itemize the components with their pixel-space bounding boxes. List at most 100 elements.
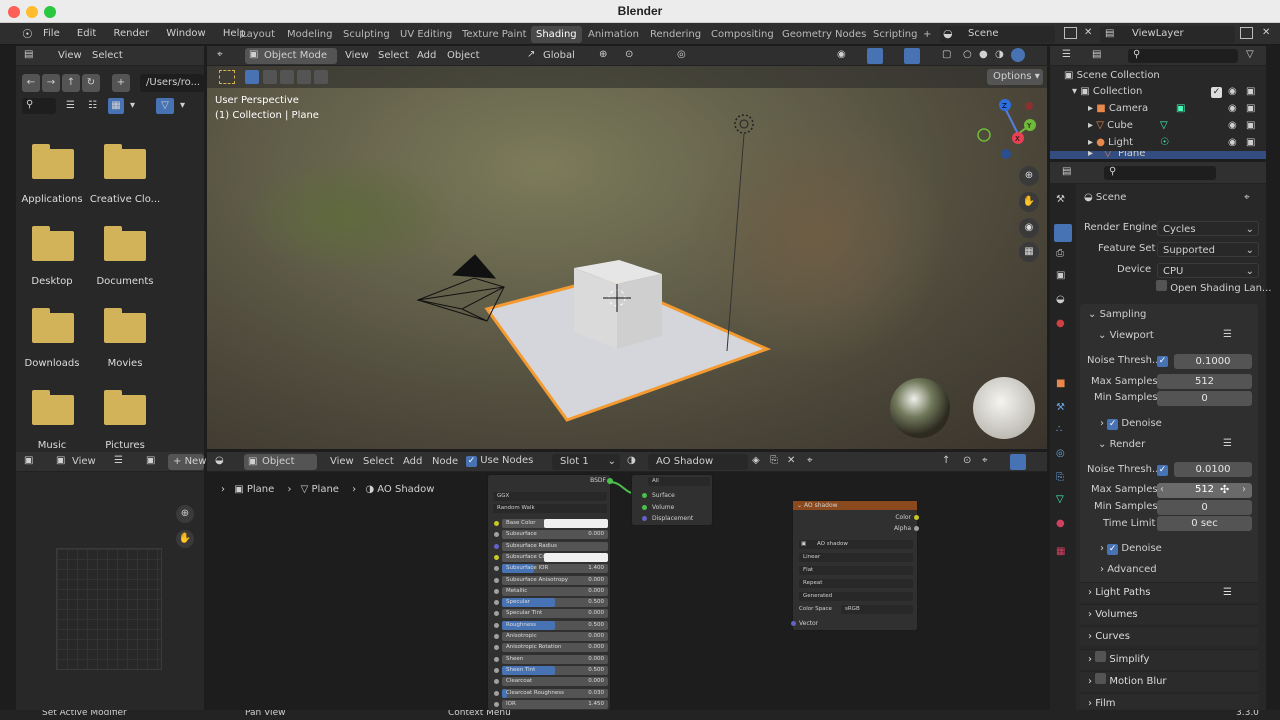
back-arrow-icon[interactable]: ← [22, 74, 40, 92]
presets-list-icon[interactable]: ☰ [1223, 438, 1232, 449]
outliner-editor-type-icon[interactable]: ☰ [1062, 49, 1071, 60]
displacement-socket[interactable] [642, 516, 647, 521]
input-socket[interactable] [494, 690, 499, 696]
film-section[interactable]: › Film [1080, 693, 1258, 709]
new-view-layer-icon[interactable] [1240, 27, 1253, 39]
increment-arrow-icon[interactable]: › [1242, 484, 1246, 495]
color-space-dropdown[interactable]: sRGB [841, 605, 913, 614]
tab-layout[interactable]: Layout [236, 26, 280, 43]
delete-scene-icon[interactable]: ✕ [1084, 27, 1092, 38]
motion-blur-checkbox[interactable] [1095, 673, 1107, 684]
volumes-section[interactable]: › Volumes [1080, 604, 1258, 624]
simplify-section[interactable]: › Simplify [1080, 649, 1258, 669]
tab-compositing[interactable]: Compositing [706, 26, 779, 43]
view-layer-selector[interactable]: ▤ ViewLayer [1100, 26, 1235, 43]
exclude-checkbox[interactable]: ✓ [1211, 87, 1222, 98]
input-socket[interactable] [494, 521, 499, 526]
pan-hand-icon[interactable]: ✋ [1019, 192, 1039, 212]
bsdf-input-row[interactable]: Subsurface Anisotropy 0.000 [494, 575, 608, 585]
bsdf-input-row[interactable]: Roughness 0.500 [494, 620, 608, 630]
input-socket[interactable] [494, 611, 499, 617]
new-folder-icon[interactable]: + [112, 74, 130, 92]
surface-input[interactable]: Surface [642, 492, 675, 499]
menu-hamburger-icon[interactable]: ☰ [114, 455, 123, 466]
visibility-eye-icon[interactable]: ◉ [1228, 137, 1237, 148]
vp-denoise-checkbox[interactable]: ✓ [1107, 419, 1119, 430]
material-tab-icon[interactable]: ● [1056, 518, 1070, 532]
vp-noise-checkbox[interactable]: ✓ [1157, 356, 1168, 367]
outliner-filter-icon[interactable]: ▽ [1246, 49, 1254, 60]
input-socket[interactable] [494, 701, 499, 707]
filter-icon[interactable]: ▽ [156, 98, 174, 114]
vp-max-samples-field[interactable]: 512 [1157, 374, 1252, 389]
bsdf-input-row[interactable]: Clearcoat 0.000 [494, 677, 608, 687]
tab-modeling[interactable]: Modeling [282, 26, 338, 43]
vp-noise-field[interactable]: 0.1000 [1174, 354, 1252, 369]
subsurface-method-dropdown[interactable]: Random Walk [493, 504, 607, 513]
blender-logo-icon[interactable]: ☉ [22, 27, 33, 41]
bsdf-input-row[interactable]: Base Color [494, 519, 608, 528]
distribution-dropdown[interactable]: GGX [493, 492, 607, 501]
object-data-tab-icon[interactable]: ▽ [1056, 494, 1070, 508]
texture-tab-icon[interactable]: ▦ [1056, 546, 1070, 560]
particles-tab-icon[interactable]: ∴ [1056, 424, 1070, 438]
bsdf-input-row[interactable]: Subsurface Radius [494, 541, 608, 551]
bsdf-input-row[interactable]: Anisotropic Rotation 0.000 [494, 643, 608, 653]
tool-tab-icon[interactable]: ⚒ [1056, 194, 1070, 208]
volume-socket[interactable] [642, 505, 647, 510]
vector-socket[interactable] [791, 621, 796, 626]
visibility-eye-icon[interactable]: ◉ [1228, 86, 1237, 97]
source-dropdown[interactable]: Generated [799, 592, 913, 601]
navigation-gizmo[interactable]: Z Y X [977, 99, 1036, 159]
feature-set-dropdown[interactable]: Supported ⌄ [1157, 242, 1259, 257]
output-target-dropdown[interactable]: All [648, 477, 710, 486]
outliner-row-plane[interactable]: ▸ ▽ Plane [1050, 151, 1266, 159]
menu-edit[interactable]: Edit [77, 28, 96, 39]
zoom-window-button[interactable] [44, 6, 56, 18]
extension-dropdown[interactable]: Repeat [799, 579, 913, 588]
image-editor-type-icon[interactable]: ▣ [24, 455, 33, 466]
modifier-wrench-icon[interactable]: ⚒ [1056, 402, 1070, 416]
outliner-row-camera[interactable]: ▸ ■ Camera ▣ ◉ ▣ [1088, 103, 1266, 114]
bsdf-input-row[interactable]: Specular 0.500 [494, 598, 608, 608]
new-image-button[interactable]: + New [168, 454, 206, 470]
properties-editor-type-icon[interactable]: ▤ [1062, 166, 1071, 177]
volume-input[interactable]: Volume [642, 504, 674, 511]
horizontal-list-icon[interactable]: ☷ [88, 100, 97, 111]
pin-icon[interactable]: ⌖ [1244, 192, 1250, 203]
image-texture-node[interactable]: ⌄ AO shadow Color Alpha ▣ AO shadow Linea… [791, 500, 919, 631]
scene-selector[interactable]: ◒ Scene [940, 26, 1055, 43]
new-scene-icon[interactable] [1064, 27, 1077, 39]
bsdf-input-row[interactable]: Clearcoat Roughness 0.030 [494, 688, 608, 698]
zoom-icon[interactable]: ⊕ [176, 505, 194, 523]
presets-list-icon[interactable]: ☰ [1223, 583, 1232, 603]
object-tab-icon[interactable]: ■ [1056, 378, 1070, 392]
principled-bsdf-node[interactable]: BSDF GGX Random Walk Base Color Subsurfac… [487, 474, 613, 710]
visibility-eye-icon[interactable]: ◉ [1228, 103, 1237, 114]
node-editor[interactable]: ◒ ▣ Object View Select Add Node ✓ Use Nod… [207, 452, 1047, 710]
physics-tab-icon[interactable]: ◎ [1056, 448, 1070, 462]
path-field[interactable]: /Users/ro... [140, 74, 204, 92]
render-engine-dropdown[interactable]: Cycles ⌄ [1157, 221, 1259, 236]
delete-view-layer-icon[interactable]: ✕ [1262, 27, 1270, 38]
tab-sculpting[interactable]: Sculpting [338, 26, 395, 43]
file-search-input[interactable]: ⚲ [22, 98, 56, 114]
input-socket[interactable] [494, 600, 499, 606]
input-socket[interactable] [494, 622, 499, 628]
color-swatch[interactable] [544, 519, 608, 528]
bsdf-input-row[interactable]: Sheen Tint 0.500 [494, 665, 608, 675]
render-tab-icon[interactable] [1054, 224, 1072, 242]
refresh-icon[interactable]: ↻ [82, 74, 100, 92]
display-mode-icon[interactable]: ▤ [1092, 49, 1101, 60]
render-subpanel-header[interactable]: ⌄ Render [1098, 437, 1145, 453]
bsdf-input-row[interactable]: Subsurface IOR 1.400 [494, 564, 608, 574]
input-socket[interactable] [494, 679, 499, 685]
outliner-row-scene-collection[interactable]: ▣ Scene Collection [1064, 70, 1160, 81]
ortho-toggle-icon[interactable]: ▦ [1019, 242, 1039, 262]
vertical-list-icon[interactable]: ☰ [66, 100, 75, 111]
image-datablock-field[interactable]: ▣ AO shadow [799, 540, 913, 549]
r-noise-checkbox[interactable]: ✓ [1157, 465, 1168, 476]
close-window-button[interactable] [8, 6, 20, 18]
simplify-checkbox[interactable] [1095, 651, 1107, 662]
viewport-subpanel-header[interactable]: ⌄ Viewport [1098, 328, 1154, 344]
